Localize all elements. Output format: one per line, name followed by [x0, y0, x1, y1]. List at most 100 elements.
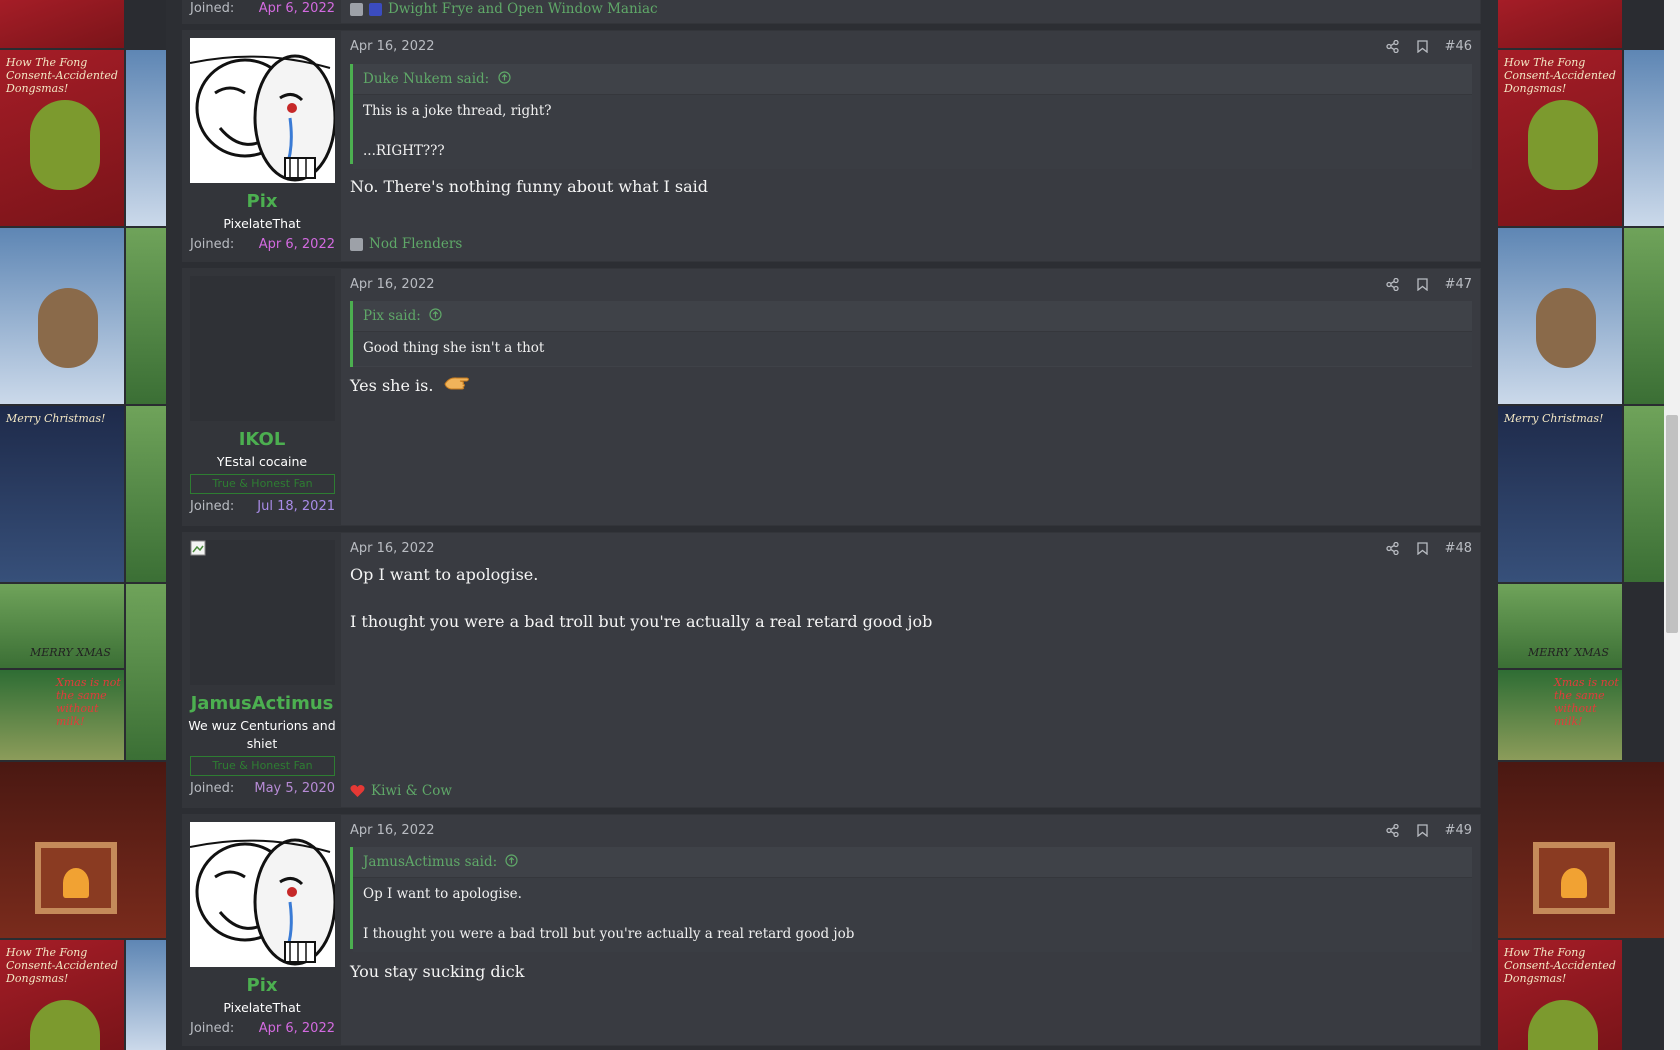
thread-column: Joined: Apr 6, 2022 Dwight Frye and Open…: [166, 0, 1498, 1050]
post-date[interactable]: Apr 16, 2022: [350, 541, 435, 556]
reaction-users[interactable]: Dwight Frye and Open Window Maniac: [388, 1, 658, 17]
joined-row: Joined: Apr 6, 2022: [190, 1021, 335, 1036]
bookmark-icon[interactable]: [1415, 38, 1431, 54]
arrow-up-circle-icon[interactable]: [497, 65, 511, 95]
reactions-bar[interactable]: Nod Flenders: [350, 236, 462, 252]
reactions-bar[interactable]: Kiwi & Cow: [350, 783, 452, 799]
bg-caption: Xmas is not the same without milk!: [1554, 676, 1619, 728]
joined-label: Joined:: [190, 781, 235, 796]
share-icon[interactable]: [1385, 540, 1401, 556]
bg-tile: [1624, 50, 1664, 226]
user-avatar[interactable]: [190, 38, 335, 183]
bg-tile: [126, 940, 166, 1050]
bg-caption: How The Fong Consent-Accidented Dongsmas…: [1504, 946, 1616, 985]
bg-tile-merry: MERRY XMAS: [0, 584, 124, 668]
share-icon[interactable]: [1385, 276, 1401, 292]
joined-date: Apr 6, 2022: [258, 237, 335, 252]
post-number[interactable]: #47: [1445, 277, 1472, 292]
quote-body: This is a joke thread, right? ...RIGHT??…: [353, 95, 1472, 169]
reaction-users[interactable]: Nod Flenders: [369, 236, 462, 252]
background-art-right: How The Fong Consent-Accidented Dongsmas…: [1498, 0, 1664, 1050]
joined-date: May 5, 2020: [254, 781, 335, 796]
post-number[interactable]: #48: [1445, 541, 1472, 556]
post-number[interactable]: #46: [1445, 39, 1472, 54]
bookmark-icon[interactable]: [1415, 822, 1431, 838]
joined-label: Joined:: [190, 237, 235, 252]
user-sidebar: Pix PixelateThat Joined: Apr 6, 2022: [183, 31, 341, 261]
bg-tile: [1624, 406, 1664, 582]
scrollbar-thumb[interactable]: [1666, 415, 1678, 633]
username[interactable]: JamusActimus: [183, 693, 341, 714]
bg-tile-snowman: [0, 228, 124, 404]
user-avatar[interactable]: [190, 276, 335, 421]
bg-caption: Xmas is not the same without milk!: [56, 676, 121, 728]
bg-caption: How The Fong Consent-Accidented Dongsmas…: [1504, 56, 1616, 95]
joined-label: Joined:: [190, 499, 235, 514]
message-line: Op I want to apologise.: [350, 565, 539, 584]
joined-row: Joined: Apr 6, 2022: [190, 237, 335, 252]
joined-date: Apr 6, 2022: [258, 1, 335, 16]
bg-caption: Merry Christmas!: [6, 412, 106, 425]
bg-tile-fireplace: [1498, 762, 1664, 938]
post-date[interactable]: Apr 16, 2022: [350, 823, 435, 838]
post-date[interactable]: Apr 16, 2022: [350, 39, 435, 54]
bg-tile: [126, 584, 166, 760]
bg-caption: How The Fong Consent-Accidented Dongsmas…: [6, 56, 118, 95]
heart-icon: [350, 784, 365, 798]
username[interactable]: IKOL: [183, 429, 341, 450]
quote-header[interactable]: Duke Nukem said:: [353, 64, 1472, 95]
bg-tile: [1624, 228, 1664, 404]
user-title: YEstal cocaine: [216, 454, 308, 469]
bg-tile-xmas: Merry Christmas!: [1498, 406, 1622, 582]
bg-tile: [126, 228, 166, 404]
bg-caption: MERRY XMAS: [30, 646, 111, 659]
broken-image-icon: [190, 540, 206, 556]
message-line: You stay sucking dick: [350, 962, 525, 981]
page-scrollbar[interactable]: [1664, 0, 1680, 1050]
bg-tile-grinch: How The Fong Consent-Accidented Dongsmas…: [0, 50, 124, 226]
bg-tile: [126, 406, 166, 582]
user-title: PixelateThat: [223, 1000, 301, 1015]
post-actions: #48: [1385, 540, 1472, 556]
message-line: I thought you were a bad troll but you'r…: [350, 612, 933, 631]
reaction-icon: [350, 2, 363, 16]
user-sidebar: Pix PixelateThat Joined: Apr 6, 2022: [183, 815, 341, 1045]
username[interactable]: Pix: [183, 191, 341, 212]
quote-body: Good thing she isn't a thot: [353, 332, 1472, 366]
bg-caption: How The Fong Consent-Accidented Dongsmas…: [6, 946, 118, 985]
background-art-left: How The Fong Consent-Accidented Dongsmas…: [0, 0, 166, 1050]
quote-line: This is a joke thread, right?: [363, 103, 552, 119]
quote-author[interactable]: Pix said:: [363, 308, 421, 324]
post-actions: #46: [1385, 38, 1472, 54]
arrow-up-circle-icon[interactable]: [505, 848, 519, 878]
share-icon[interactable]: [1385, 822, 1401, 838]
joined-label: Joined:: [190, 1021, 235, 1036]
message-line: Yes she is.: [350, 376, 434, 395]
reaction-users[interactable]: Kiwi & Cow: [371, 783, 452, 799]
post-47: IKOL YEstal cocaine True & Honest Fan Jo…: [182, 268, 1481, 526]
post-49: Pix PixelateThat Joined: Apr 6, 2022 Apr…: [182, 814, 1481, 1046]
user-sidebar: JamusActimus We wuz Centurions and shiet…: [183, 533, 341, 807]
quote-author[interactable]: JamusActimus said:: [363, 854, 497, 870]
post-message: No. There's nothing funny about what I s…: [350, 175, 1472, 199]
bg-tile-grinch: How The Fong Consent-Accidented Dongsmas…: [1498, 50, 1622, 226]
post-actions: #49: [1385, 822, 1472, 838]
bookmark-icon[interactable]: [1415, 540, 1431, 556]
post-date[interactable]: Apr 16, 2022: [350, 277, 435, 292]
user-avatar[interactable]: [190, 540, 335, 685]
bookmark-icon[interactable]: [1415, 276, 1431, 292]
user-avatar[interactable]: [190, 822, 335, 967]
quote-block: Pix said: Good thing she isn't a thot: [350, 301, 1472, 367]
post-number[interactable]: #49: [1445, 823, 1472, 838]
post-message: Yes she is.: [350, 374, 1472, 399]
reaction-icon: [369, 2, 382, 16]
quote-header[interactable]: Pix said:: [353, 301, 1472, 332]
user-title: We wuz Centurions and shiet: [188, 718, 336, 751]
quote-header[interactable]: JamusActimus said:: [353, 847, 1472, 878]
share-icon[interactable]: [1385, 38, 1401, 54]
quote-author[interactable]: Duke Nukem said:: [363, 71, 489, 87]
username[interactable]: Pix: [183, 975, 341, 996]
arrow-up-circle-icon[interactable]: [429, 302, 442, 332]
reactions-bar[interactable]: Dwight Frye and Open Window Maniac: [350, 1, 658, 17]
quote-line: ...RIGHT???: [363, 143, 445, 159]
